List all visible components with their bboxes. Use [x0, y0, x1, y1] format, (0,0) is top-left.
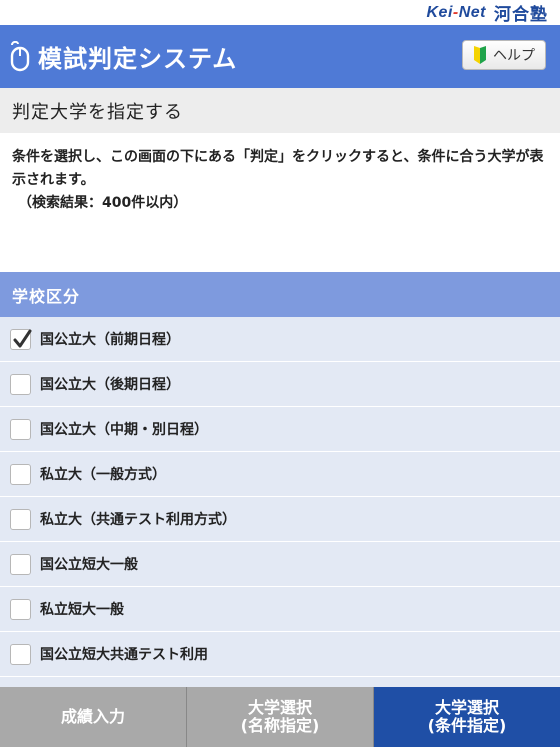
description: 条件を選択し、この画面の下にある「判定」をクリックすると、条件に合う大学が表示さ… — [0, 133, 560, 272]
kawaijuku-logo[interactable]: 河合塾 — [494, 0, 548, 25]
option-label: 国公立大（前期日程） — [40, 332, 180, 348]
option-label: 私立大（一般方式） — [40, 467, 166, 483]
description-note: （検索結果：400件以内） — [18, 195, 188, 211]
checkbox[interactable] — [10, 463, 31, 485]
checkbox-checked[interactable] — [10, 328, 32, 350]
checkbox[interactable] — [10, 553, 31, 575]
school-category-option[interactable]: 国公立短大一般 — [0, 542, 560, 587]
school-category-option[interactable]: 私立短大一般 — [0, 587, 560, 632]
checkbox[interactable] — [10, 373, 31, 395]
page-title: 模試判定システム — [38, 45, 238, 73]
app-header: 模試判定システム ヘルプ — [0, 25, 560, 88]
nav-grade-entry-button[interactable]: 成績入力 — [0, 687, 187, 747]
nav-select-by-name-button[interactable]: 大学選択 (名称指定) — [187, 687, 374, 747]
checkbox[interactable] — [10, 643, 31, 665]
option-label: 国公立短大共通テスト利用 — [40, 647, 208, 663]
help-button[interactable]: ヘルプ — [462, 40, 546, 70]
beginner-mark-icon — [474, 46, 486, 64]
school-category-option[interactable]: 国公立大（後期日程） — [0, 362, 560, 407]
nav-select-by-condition-button[interactable]: 大学選択 (条件指定) — [374, 687, 560, 747]
checkmark-icon — [13, 329, 32, 347]
description-text: 条件を選択し、この画面の下にある「判定」をクリックすると、条件に合う大学が表示さ… — [12, 149, 544, 188]
option-label: 私立短大一般 — [40, 602, 124, 618]
brand-bar: Kei-Net 河合塾 — [0, 0, 560, 25]
checkbox[interactable] — [10, 508, 31, 530]
help-label: ヘルプ — [493, 48, 535, 64]
school-category-heading: 学校区分 — [0, 272, 560, 317]
school-category-option[interactable]: 国公立短大共通テスト利用 — [0, 632, 560, 677]
school-category-option[interactable]: 私立大（一般方式） — [0, 452, 560, 497]
checkbox[interactable] — [10, 598, 31, 620]
section-title: 判定大学を指定する — [0, 88, 560, 133]
option-label: 私立大（共通テスト利用方式） — [40, 512, 236, 528]
mouse-icon — [10, 40, 30, 71]
bottom-nav: 成績入力 大学選択 (名称指定) 大学選択 (条件指定) — [0, 687, 560, 747]
school-category-option[interactable]: 私立大（共通テスト利用方式） — [0, 497, 560, 542]
school-category-options: 国公立大（前期日程） 国公立大（後期日程） 国公立大（中期・別日程） 私立大（一般方式… — [0, 317, 560, 722]
checkbox[interactable] — [10, 418, 31, 440]
option-label: 国公立短大一般 — [40, 557, 138, 573]
option-label: 国公立大（後期日程） — [40, 377, 180, 393]
keinet-logo[interactable]: Kei-Net — [426, 4, 486, 22]
school-category-option[interactable]: 国公立大（中期・別日程） — [0, 407, 560, 452]
school-category-option[interactable]: 国公立大（前期日程） — [0, 317, 560, 362]
option-label: 国公立大（中期・別日程） — [40, 422, 208, 438]
